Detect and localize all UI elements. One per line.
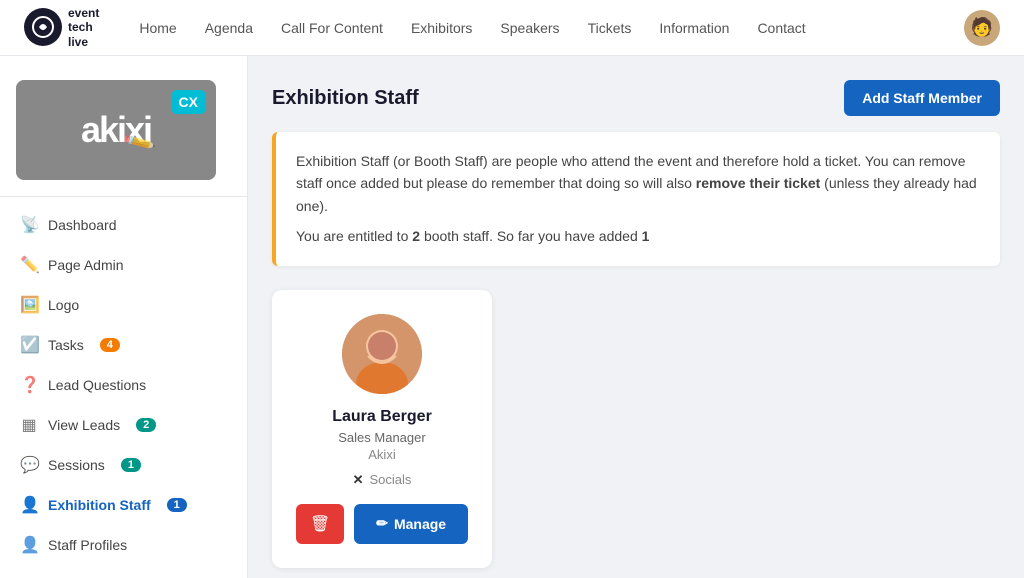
nav-home[interactable]: Home xyxy=(139,20,176,36)
manage-pencil-icon: ✏ xyxy=(376,515,388,532)
sidebar-item-label: Exhibition Staff xyxy=(48,497,151,513)
manage-staff-button[interactable]: ✏ Manage xyxy=(354,504,468,544)
sidebar-item-label: View Leads xyxy=(48,417,120,433)
info-text-paragraph: Exhibition Staff (or Booth Staff) are pe… xyxy=(296,150,980,217)
sessions-badge: 1 xyxy=(121,458,141,472)
nav-call-for-content[interactable]: Call For Content xyxy=(281,20,383,36)
sidebar-item-label: Lead Questions xyxy=(48,377,146,393)
staff-avatar xyxy=(342,314,422,394)
logo-text: event tech live xyxy=(68,6,99,49)
delete-staff-button[interactable]: 🗑 xyxy=(296,504,344,544)
sidebar-item-label: Tasks xyxy=(48,337,84,353)
info-box: Exhibition Staff (or Booth Staff) are pe… xyxy=(272,132,1000,266)
sidebar-item-logo[interactable]: 🖼️ Logo xyxy=(0,285,247,325)
exhibitor-logo-image: akixi CX ✏️ xyxy=(16,80,216,180)
card-actions: 🗑 ✏ Manage xyxy=(296,504,468,544)
sidebar-exhibitor-logo: akixi CX ✏️ xyxy=(0,72,247,197)
main-content: Exhibition Staff Add Staff Member Exhibi… xyxy=(248,56,1024,578)
sidebar-item-label: Sessions xyxy=(48,457,105,473)
lead-questions-icon: ❓ xyxy=(20,375,38,395)
sidebar-item-label: Logo xyxy=(48,297,79,313)
user-avatar[interactable]: 🧑 xyxy=(964,10,1000,46)
info-added-count: 1 xyxy=(642,228,650,244)
info-entitlement-label: You are entitled to xyxy=(296,228,408,244)
sidebar-item-label: Page Admin xyxy=(48,257,124,273)
staff-company: Akixi xyxy=(368,447,395,462)
info-entitlement-paragraph: You are entitled to 2 booth staff. So fa… xyxy=(296,225,980,247)
brand-logo: event tech live xyxy=(24,6,99,49)
info-booth-label: booth staff. So far you have added xyxy=(424,228,638,244)
sidebar-item-label: Staff Profiles xyxy=(48,537,127,553)
sessions-icon: 💬 xyxy=(20,455,38,475)
sidebar-item-exhibition-staff[interactable]: 👤 Exhibition Staff 1 xyxy=(0,485,247,525)
add-staff-member-button[interactable]: Add Staff Member xyxy=(844,80,1000,116)
view-leads-icon: ▦ xyxy=(20,415,38,435)
sidebar-item-view-leads[interactable]: ▦ View Leads 2 xyxy=(0,405,247,445)
nav-exhibitors[interactable]: Exhibitors xyxy=(411,20,472,36)
info-entitlement-count: 2 xyxy=(412,228,424,244)
logo-menu-icon: 🖼️ xyxy=(20,295,38,315)
nav-contact[interactable]: Contact xyxy=(757,20,805,36)
info-bold-text: remove their ticket xyxy=(696,175,821,191)
exhibition-staff-icon: 👤 xyxy=(20,495,38,515)
page-admin-icon: ✏️ xyxy=(20,255,38,275)
exhibition-staff-badge: 1 xyxy=(167,498,187,512)
nav-agenda[interactable]: Agenda xyxy=(205,20,253,36)
sidebar-item-page-admin[interactable]: ✏️ Page Admin xyxy=(0,245,247,285)
sidebar: akixi CX ✏️ 📡 Dashboard ✏️ Page Admin 🖼️… xyxy=(0,56,248,578)
social-x-icon: ✕ xyxy=(353,472,364,488)
nav-information[interactable]: Information xyxy=(659,20,729,36)
top-navigation: event tech live Home Agenda Call For Con… xyxy=(0,0,1024,56)
tasks-badge: 4 xyxy=(100,338,120,352)
sidebar-item-staff-profiles[interactable]: 👤 Staff Profiles xyxy=(0,525,247,565)
staff-card: Laura Berger Sales Manager Akixi ✕ Socia… xyxy=(272,290,492,568)
sidebar-item-lead-questions[interactable]: ❓ Lead Questions xyxy=(0,365,247,405)
nav-speakers[interactable]: Speakers xyxy=(500,20,559,36)
nav-links: Home Agenda Call For Content Exhibitors … xyxy=(139,20,964,36)
manage-label: Manage xyxy=(394,516,446,532)
tasks-icon: ☑️ xyxy=(20,335,38,355)
dashboard-icon: 📡 xyxy=(20,215,38,235)
sidebar-item-label: Dashboard xyxy=(48,217,117,233)
socials-label: Socials xyxy=(369,472,411,487)
sidebar-item-dashboard[interactable]: 📡 Dashboard xyxy=(0,205,247,245)
page-header: Exhibition Staff Add Staff Member xyxy=(272,80,1000,116)
cx-badge: CX xyxy=(171,90,206,114)
sidebar-item-admin-staff[interactable]: 👥 Admin Staff 2 xyxy=(0,565,247,578)
staff-socials: ✕ Socials xyxy=(353,472,412,488)
sidebar-item-tasks[interactable]: ☑️ Tasks 4 xyxy=(0,325,247,365)
staff-role: Sales Manager xyxy=(338,430,425,445)
trash-icon: 🗑 xyxy=(310,514,330,534)
page-title: Exhibition Staff xyxy=(272,87,419,110)
sidebar-item-sessions[interactable]: 💬 Sessions 1 xyxy=(0,445,247,485)
nav-tickets[interactable]: Tickets xyxy=(588,20,632,36)
leads-badge: 2 xyxy=(136,418,156,432)
staff-profiles-icon: 👤 xyxy=(20,535,38,555)
logo-icon xyxy=(24,8,62,46)
staff-name: Laura Berger xyxy=(332,408,432,426)
